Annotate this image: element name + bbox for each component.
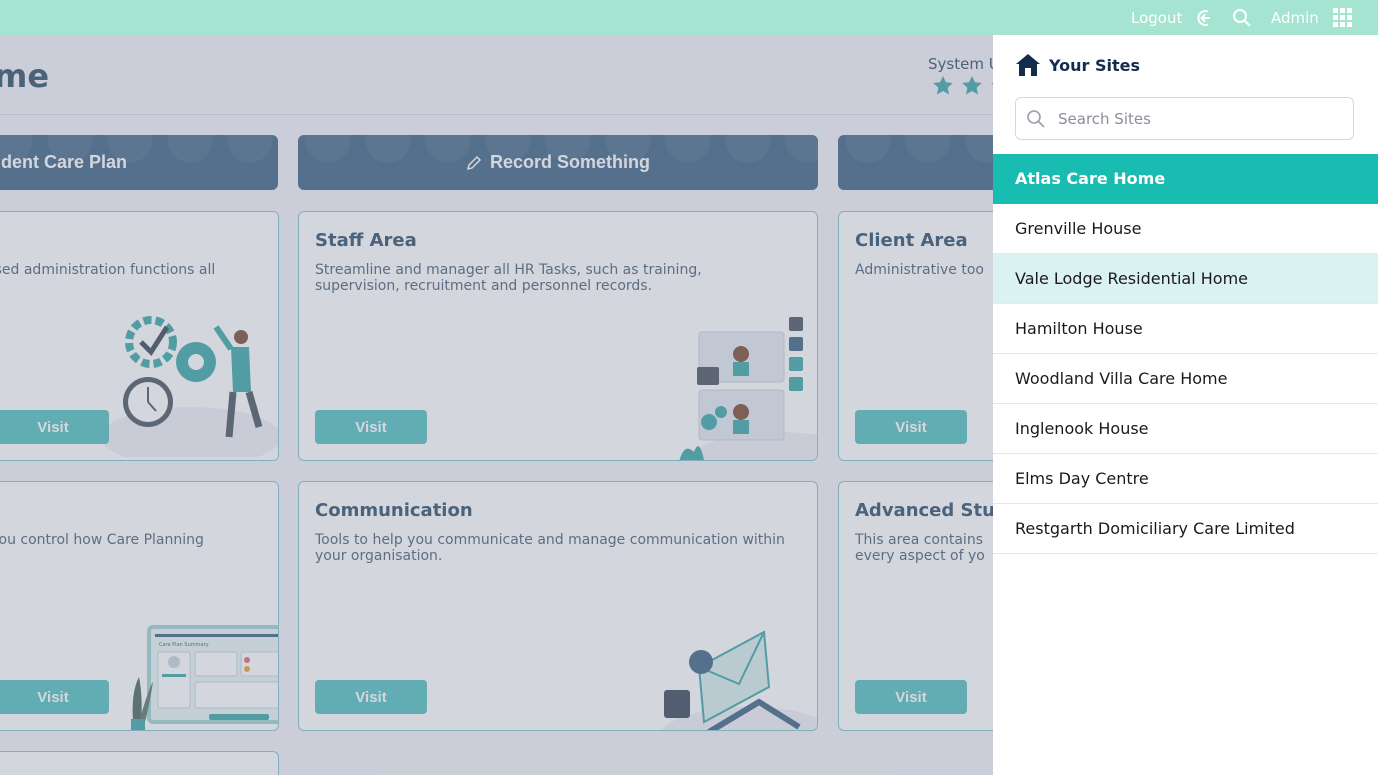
record-something-label: Record Something <box>489 152 650 172</box>
care-plan-action-label: sident Care Plan <box>0 152 128 172</box>
card-description: y used administration functions all <box>0 262 216 278</box>
communication-card: Communication Tools to help you communic… <box>298 481 818 731</box>
star-icon <box>962 76 982 95</box>
site-item[interactable]: Elms Day Centre <box>993 454 1378 504</box>
care-plan-action-button[interactable]: sident Care Plan <box>0 135 278 190</box>
top-bar: Logout Admin <box>0 0 1378 35</box>
staff-area-card: Staff Area Streamline and manager all HR… <box>298 211 818 461</box>
site-item[interactable]: Grenville House <box>993 204 1378 254</box>
care-plan-summary-text: Care Plan Summary <box>159 642 209 648</box>
card-title: Advanced Stuff <box>855 500 1010 521</box>
star-icon <box>933 76 953 95</box>
card-title: Communication <box>315 500 473 521</box>
site-item[interactable]: Vale Lodge Residential Home <box>993 254 1378 304</box>
visit-button[interactable]: Visit <box>855 680 967 714</box>
logout-icon[interactable] <box>1195 0 1215 35</box>
admin-area-card: y used administration functions all Visi… <box>0 211 279 461</box>
card-description: lp you control how Care Planning <box>0 532 204 548</box>
search-icon[interactable] <box>1232 0 1252 35</box>
sites-panel-title: Your Sites <box>1049 55 1140 75</box>
record-something-button[interactable]: Record Something <box>298 135 818 190</box>
site-search-input[interactable] <box>1056 108 1340 129</box>
card-title: Client Area <box>855 230 968 251</box>
site-item[interactable]: Hamilton House <box>993 304 1378 354</box>
apps-grid-icon[interactable] <box>1333 0 1352 35</box>
visit-button[interactable]: Visit <box>0 680 109 714</box>
card-description: Streamline and manager all HR Tasks, suc… <box>315 262 702 294</box>
visit-button[interactable]: Visit <box>315 680 427 714</box>
site-item[interactable]: Woodland Villa Care Home <box>993 354 1378 404</box>
card-description: Tools to help you communicate and manage… <box>315 532 785 564</box>
site-item[interactable]: Inglenook House <box>993 404 1378 454</box>
system-label: System U <box>928 55 1000 73</box>
care-plan-screen-illustration: Care Plan Summary <box>131 625 278 730</box>
search-icon <box>1027 109 1045 128</box>
site-list: Atlas Care Home Grenville House Vale Lodge… <box>993 154 1378 554</box>
sites-panel: Your Sites Atlas Care HomeGrenville Hous… <box>993 35 1378 775</box>
home-icon <box>1016 54 1040 76</box>
pencil-icon <box>466 155 482 170</box>
visit-button[interactable]: Visit <box>315 410 427 444</box>
staff-records-illustration <box>679 317 817 460</box>
admin-menu[interactable]: Admin <box>1271 0 1319 35</box>
card-title: Staff Area <box>315 230 417 251</box>
mail-illustration <box>661 630 817 730</box>
gears-clock-illustration <box>101 316 278 457</box>
page-title: me <box>0 57 50 95</box>
partial-card <box>0 751 279 775</box>
visit-button[interactable]: Visit <box>855 410 967 444</box>
site-item[interactable]: Restgarth Domiciliary Care Limited <box>993 504 1378 554</box>
card-description: This area contains every aspect of yo <box>855 532 985 564</box>
logout-link[interactable]: Logout <box>1131 0 1182 35</box>
sites-panel-header: Your Sites <box>1015 53 1140 77</box>
site-item[interactable]: Atlas Care Home <box>993 154 1378 204</box>
site-search-box <box>1015 97 1354 140</box>
care-planning-card: lp you control how Care Planning Care Pl… <box>0 481 279 731</box>
visit-button[interactable]: Visit <box>0 410 109 444</box>
